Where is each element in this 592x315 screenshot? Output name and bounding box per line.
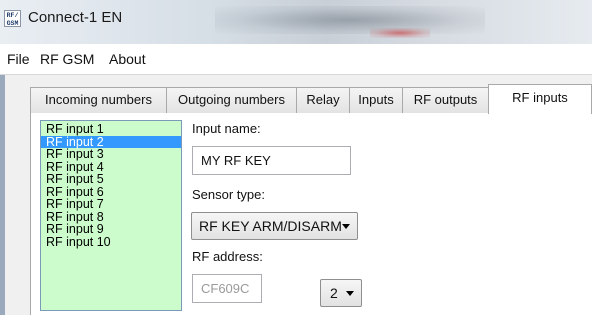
- app-icon-text-bottom: GSM: [6, 19, 19, 27]
- menu-bar: File RF GSM About: [0, 44, 592, 75]
- input-name-field[interactable]: MY RF KEY: [192, 146, 351, 175]
- list-item[interactable]: RF input 3: [41, 148, 181, 161]
- list-item[interactable]: RF input 5: [41, 173, 181, 186]
- blurred-region: [215, 6, 485, 34]
- blurred-region: [370, 28, 430, 38]
- menu-file[interactable]: File: [7, 51, 30, 67]
- sensor-type-dropdown[interactable]: RF KEY ARM/DISARM: [191, 212, 358, 240]
- rf-address-index-dropdown[interactable]: 2: [320, 279, 362, 307]
- list-item[interactable]: RF input 10: [41, 235, 181, 249]
- tab-strip: Incoming numbers Outgoing numbers Relay …: [30, 84, 592, 114]
- sensor-type-label: Sensor type:: [192, 187, 265, 202]
- tab-rf-inputs[interactable]: RF inputs: [488, 84, 592, 114]
- tab-inputs[interactable]: Inputs: [349, 87, 403, 113]
- menu-about[interactable]: About: [109, 51, 146, 67]
- rf-input-list[interactable]: RF input 1 RF input 2 RF input 3 RF inpu…: [40, 120, 182, 311]
- window-title: Connect-1 EN: [28, 9, 123, 26]
- tab-rf-outputs[interactable]: RF outputs: [402, 87, 489, 113]
- sensor-type-value: RF KEY ARM/DISARM: [199, 218, 342, 234]
- application-window: RF/ GSM Connect-1 EN File RF GSM About I…: [0, 0, 592, 315]
- app-icon-text-top: RF/: [6, 12, 19, 19]
- list-item[interactable]: RF input 9: [41, 223, 181, 236]
- title-bar[interactable]: RF/ GSM Connect-1 EN: [0, 0, 592, 44]
- rf-address-index-value: 2: [330, 285, 338, 301]
- tab-relay[interactable]: Relay: [296, 87, 350, 113]
- rf-address-label: RF address:: [192, 249, 263, 264]
- list-item[interactable]: RF input 7: [41, 198, 181, 211]
- chevron-down-icon: [342, 224, 350, 229]
- tab-outgoing-numbers[interactable]: Outgoing numbers: [166, 87, 297, 113]
- input-name-label: Input name:: [192, 121, 261, 136]
- rf-address-field[interactable]: CF609C: [192, 274, 262, 303]
- app-icon: RF/ GSM: [4, 10, 21, 27]
- window-edge: [0, 75, 5, 315]
- chevron-down-icon: [346, 291, 354, 296]
- list-item[interactable]: RF input 1: [41, 123, 181, 136]
- menu-rf-gsm[interactable]: RF GSM: [40, 51, 94, 67]
- tab-incoming-numbers[interactable]: Incoming numbers: [30, 87, 167, 113]
